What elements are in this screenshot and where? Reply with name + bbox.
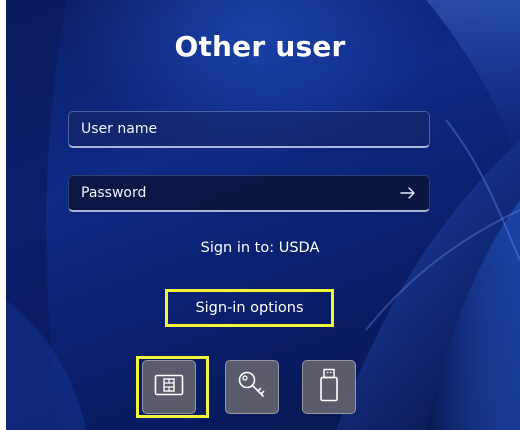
- password-input[interactable]: [69, 176, 429, 210]
- page-title: Other user: [174, 30, 346, 63]
- password-option-button[interactable]: [225, 360, 279, 414]
- usb-security-key-icon: [318, 368, 340, 406]
- password-field-container: [68, 175, 430, 212]
- username-input[interactable]: [69, 112, 429, 146]
- sign-in-options-label: Sign-in options: [195, 300, 304, 316]
- login-screen: Other user Sign in to: USDA Sign-in opti…: [0, 0, 520, 430]
- sign-in-options-link[interactable]: Sign-in options: [165, 289, 334, 327]
- arrow-right-icon[interactable]: [397, 182, 419, 204]
- smart-card-option-button[interactable]: [142, 360, 196, 414]
- smart-card-icon: [154, 374, 184, 400]
- security-key-option-button[interactable]: [302, 360, 356, 414]
- sign-in-domain-text: Sign in to: USDA: [200, 240, 320, 256]
- key-icon: [236, 369, 268, 405]
- username-field-container: [68, 111, 430, 148]
